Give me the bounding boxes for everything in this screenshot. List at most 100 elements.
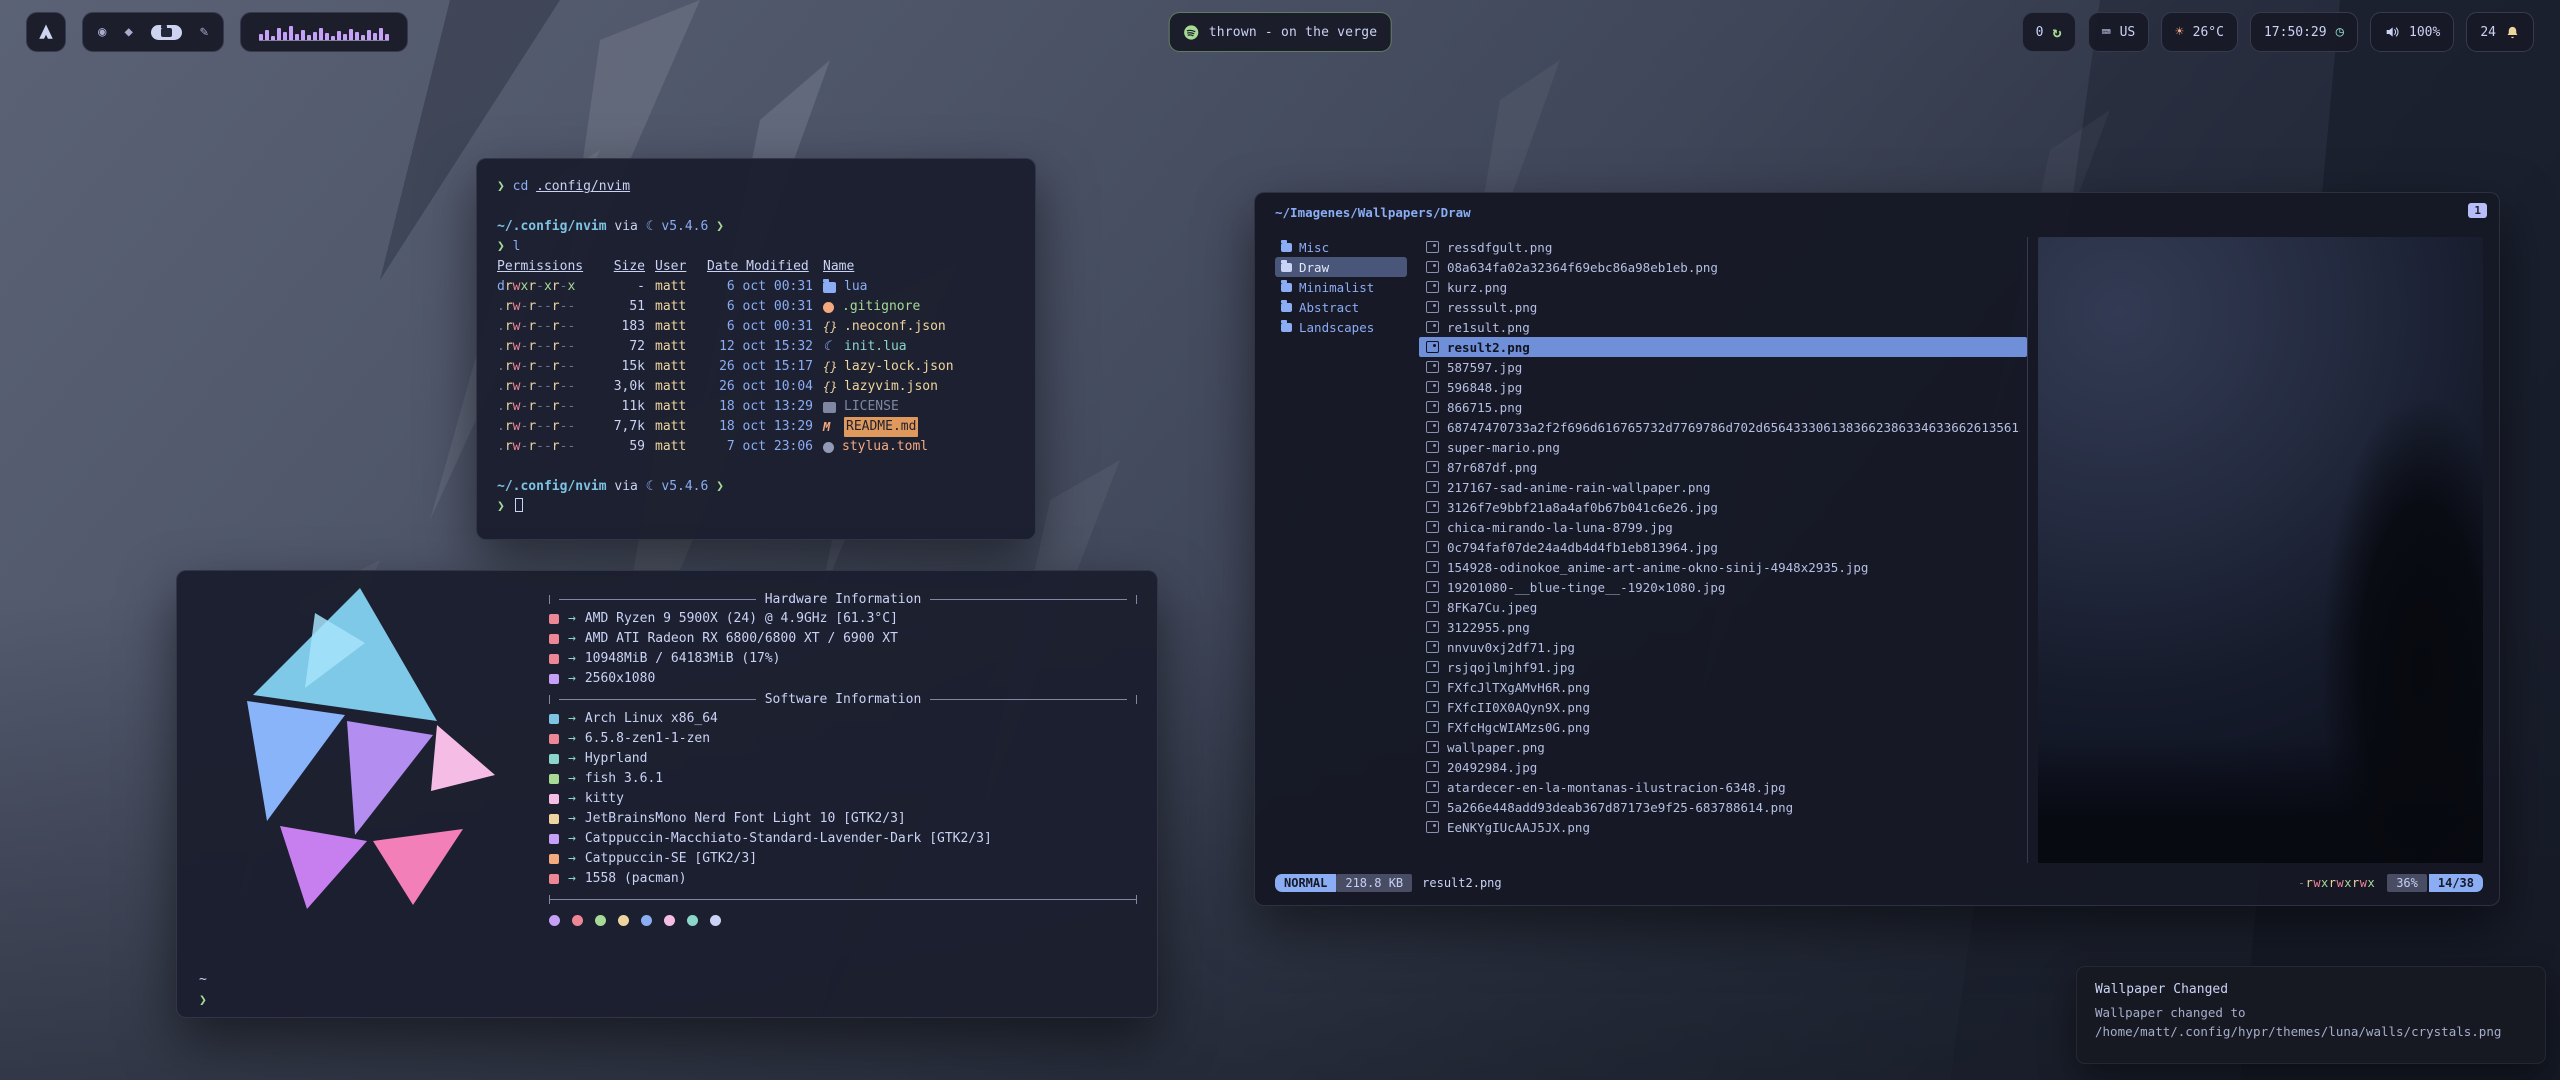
file-name: 587597.jpg [1447,360,1522,375]
palette-dot [549,915,560,926]
palette-dot [572,915,583,926]
file-row[interactable]: kurz.png [1419,277,2027,297]
sidebar-folder[interactable]: Minimalist [1275,277,1407,297]
sidebar-folder[interactable]: Draw [1275,257,1407,277]
file-name: re1sult.png [1447,320,1530,335]
file-listing-row: .rw-r--r-- 51 matt 6 oct 00:31 .gitignor… [497,297,1015,317]
notifications-module[interactable]: 24 [2466,12,2534,52]
date-cell: 18 oct 13:29 [707,417,813,437]
file-row[interactable]: 3122955.png [1419,617,2027,637]
file-name: ressdfgult.png [1447,240,1552,255]
app-launcher-button[interactable] [26,12,66,52]
file-row[interactable]: 866715.png [1419,397,2027,417]
file-row[interactable]: 8FKa7Cu.jpeg [1419,597,2027,617]
file-type-icon [823,422,836,433]
file-row[interactable]: chica-mirando-la-luna-8799.jpg [1419,517,2027,537]
scroll-percent-badge: 36% [2387,874,2427,892]
file-name: lazy-lock.json [844,357,954,377]
file-row[interactable]: FXfcHgcWIAMzs0G.png [1419,717,2027,737]
preview-pane [2027,237,2483,863]
file-row[interactable]: FXfcJlTXgAMvH6R.png [1419,677,2027,697]
size-cell: 183 [599,317,645,337]
notification-popup[interactable]: Wallpaper Changed Wallpaper changed to /… [2076,966,2546,1064]
volume-module[interactable]: 100% [2370,12,2454,52]
file-row[interactable]: re1sult.png [1419,317,2027,337]
workspace-browser[interactable]: ◉ [98,25,106,39]
folder-name: Abstract [1299,300,1359,315]
sidebar-folder[interactable]: Abstract [1275,297,1407,317]
shell-prompt[interactable]: ~ ❯ [199,969,207,1011]
folder-icon [1281,323,1292,332]
keyboard-icon: ⌨ [2102,23,2111,41]
image-file-icon [1426,821,1439,833]
date-cell: 26 oct 10:04 [707,377,813,397]
workspace-files-active[interactable] [151,25,182,40]
file-row[interactable]: 587597.jpg [1419,357,2027,377]
clock-module[interactable]: 17:50:29 ◷ [2250,12,2358,52]
info-icon [549,754,559,764]
file-row[interactable]: 20492984.jpg [1419,757,2027,777]
permissions-cell: .rw-r--r-- [497,297,589,317]
file-row[interactable]: resssult.png [1419,297,2027,317]
name-cell: LICENSE [823,397,1015,417]
file-row[interactable]: 87r687df.png [1419,457,2027,477]
file-row[interactable]: 08a634fa02a32364f69ebc86a98eb1eb.png [1419,257,2027,277]
file-row[interactable]: 154928-odinokoe_anime-art-anime-okno-sin… [1419,557,2027,577]
updates-module[interactable]: 0 ↻ [2022,12,2076,52]
tab-indicator[interactable]: 1 [2468,203,2487,218]
file-row[interactable]: ressdfgult.png [1419,237,2027,257]
permissions-cell: drwxr-xr-x [497,277,589,297]
arrow-icon: → [568,609,576,629]
audio-visualizer-module[interactable] [240,12,408,52]
size-cell: 59 [599,437,645,457]
clock-label: 17:50:29 [2264,25,2327,40]
file-row[interactable]: 5a266e448add93deab367d87173e9f25-6837886… [1419,797,2027,817]
user-cell: matt [655,297,697,317]
file-row[interactable]: EeNKYgIUcAAJ5JX.png [1419,817,2027,837]
file-type-icon [823,322,836,333]
file-row[interactable]: 68747470733a2f2f696d616765732d7769786d70… [1419,417,2027,437]
size-cell: 7,7k [599,417,645,437]
image-file-icon [1426,661,1439,673]
file-row[interactable]: 3126f7e9bbf21a8a4af0b67b041c6e26.jpg [1419,497,2027,517]
updates-count: 0 [2036,25,2044,40]
file-row[interactable]: wallpaper.png [1419,737,2027,757]
file-row[interactable]: 0c794faf07de24a4db4d4fb1eb813964.jpg [1419,537,2027,557]
permissions-cell: .rw-r--r-- [497,317,589,337]
name-cell: lua [823,277,1015,297]
now-playing-label: thrown - on the verge [1209,25,1378,40]
media-player-module[interactable]: thrown - on the verge [1169,12,1392,52]
sidebar-folder[interactable]: Misc [1275,237,1407,257]
image-file-icon [1426,721,1439,733]
file-name: FXfcII0X0AQyn9X.png [1447,700,1590,715]
sidebar-folder[interactable]: Landscapes [1275,317,1407,337]
arrow-icon: → [568,729,576,749]
file-listing: drwxr-xr-x - matt 6 oct 00:31 lua .rw-r-… [497,277,1015,457]
keyboard-layout-label: US [2120,25,2136,40]
workspace-edit[interactable]: ✎ [200,25,208,39]
file-row[interactable]: 19201080-__blue-tinge__-1920×1080.jpg [1419,577,2027,597]
workspace-chat[interactable]: ◆ [124,25,132,39]
file-row[interactable]: result2.png [1419,337,2027,357]
section-close-line [549,889,1137,909]
info-row: →Hyprland [549,749,1137,769]
arrow-icon: → [568,749,576,769]
column-header: Size [599,257,645,277]
file-listing-row: .rw-r--r-- 15k matt 26 oct 15:17 lazy-lo… [497,357,1015,377]
parent-directory-pane: Misc Draw Minimalist Abstract Landscapes [1275,237,1407,863]
file-row[interactable]: 596848.jpg [1419,377,2027,397]
file-row[interactable]: nnvuv0xj2df71.jpg [1419,637,2027,657]
listing-header: PermissionsSizeUserDate ModifiedName [497,257,1015,277]
file-row[interactable]: rsjqojlmjhf91.jpg [1419,657,2027,677]
file-row[interactable]: FXfcII0X0AQyn9X.png [1419,697,2027,717]
folder-name: Misc [1299,240,1329,255]
cursor-line[interactable]: ❯ [497,497,1015,517]
keyboard-layout-module[interactable]: ⌨ US [2088,12,2150,52]
image-file-icon [1426,421,1439,433]
file-row[interactable]: super-mario.png [1419,437,2027,457]
palette-dot [710,915,721,926]
weather-module[interactable]: ☀ 26°C [2161,12,2238,52]
image-file-icon [1426,781,1439,793]
file-row[interactable]: atardecer-en-la-montanas-ilustracion-634… [1419,777,2027,797]
file-row[interactable]: 217167-sad-anime-rain-wallpaper.png [1419,477,2027,497]
